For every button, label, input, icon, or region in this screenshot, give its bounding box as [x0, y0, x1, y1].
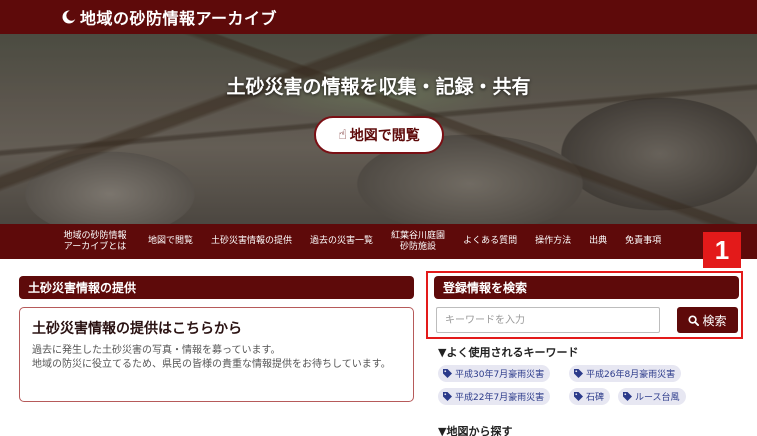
- provide-info-heading: 土砂災害情報の提供: [19, 276, 414, 299]
- keyword-tag[interactable]: 石碑: [569, 388, 611, 405]
- provide-info-card[interactable]: 土砂災害情報の提供はこちらから 過去に発生した土砂災害の写真・情報を募っています…: [19, 307, 414, 402]
- nav-item-about[interactable]: 地域の砂防情報 アーカイブとは: [60, 231, 130, 253]
- crescent-logo-icon: [62, 10, 76, 24]
- provide-info-text-2: 地域の防災に役立てるため、県民の皆様の貴重な情報提供をお待ちしています。: [32, 359, 391, 370]
- search-input[interactable]: [436, 307, 660, 333]
- pointing-hand-icon: ☝: [338, 127, 347, 143]
- nav-item-how-to[interactable]: 操作方法: [535, 236, 571, 247]
- tag-icon: [574, 369, 583, 378]
- main-nav: 地域の砂防情報 アーカイブとは 地図で閲覧 土砂災害情報の提供 過去の災害一覧 紅…: [0, 224, 757, 259]
- tag-icon: [443, 392, 452, 401]
- nav-item-sources[interactable]: 出典: [589, 236, 607, 247]
- site-header: 地域の砂防情報アーカイブ: [0, 0, 757, 34]
- map-search-heading: ▼地図から探す: [438, 425, 513, 436]
- hero-banner: 土砂災害の情報を収集・記録・共有 ☝ 地図で閲覧: [0, 34, 757, 224]
- keyword-tag[interactable]: ルース台風: [618, 388, 686, 405]
- nav-item-momijidani[interactable]: 紅葉谷川庭園 砂防施設: [391, 231, 445, 253]
- provide-info-title: 土砂災害情報の提供はこちらから: [32, 321, 242, 337]
- tag-icon: [574, 392, 583, 401]
- nav-item-faq[interactable]: よくある質問: [463, 236, 517, 247]
- tag-icon: [623, 392, 632, 401]
- hero-headline: 土砂災害の情報を収集・記録・共有: [226, 76, 531, 98]
- keywords-heading: ▼よく使用されるキーワード: [438, 346, 579, 359]
- annotation-marker: 1: [703, 232, 741, 268]
- nav-item-map[interactable]: 地図で閲覧: [148, 236, 193, 247]
- search-heading: 登録情報を検索: [434, 276, 739, 299]
- view-map-button[interactable]: ☝ 地図で閲覧: [314, 116, 444, 154]
- nav-item-past-disasters[interactable]: 過去の災害一覧: [310, 236, 373, 247]
- site-title[interactable]: 地域の砂防情報アーカイブ: [80, 5, 277, 29]
- search-button-label: 検索: [702, 313, 727, 328]
- view-map-button-label: 地図で閲覧: [349, 128, 420, 144]
- keyword-tag[interactable]: 平成22年7月豪雨災害: [438, 388, 551, 405]
- provide-info-text-1: 過去に発生した土砂災害の写真・情報を募っています。: [32, 345, 281, 356]
- keyword-tag[interactable]: 平成26年8月豪雨災害: [569, 365, 682, 382]
- search-icon: [688, 314, 700, 326]
- search-button[interactable]: 検索: [677, 307, 738, 333]
- nav-item-provide-info[interactable]: 土砂災害情報の提供: [211, 236, 292, 247]
- keyword-tag[interactable]: 平成30年7月豪雨災害: [438, 365, 551, 382]
- tag-icon: [443, 369, 452, 378]
- nav-item-disclaimer[interactable]: 免責事項: [625, 236, 661, 247]
